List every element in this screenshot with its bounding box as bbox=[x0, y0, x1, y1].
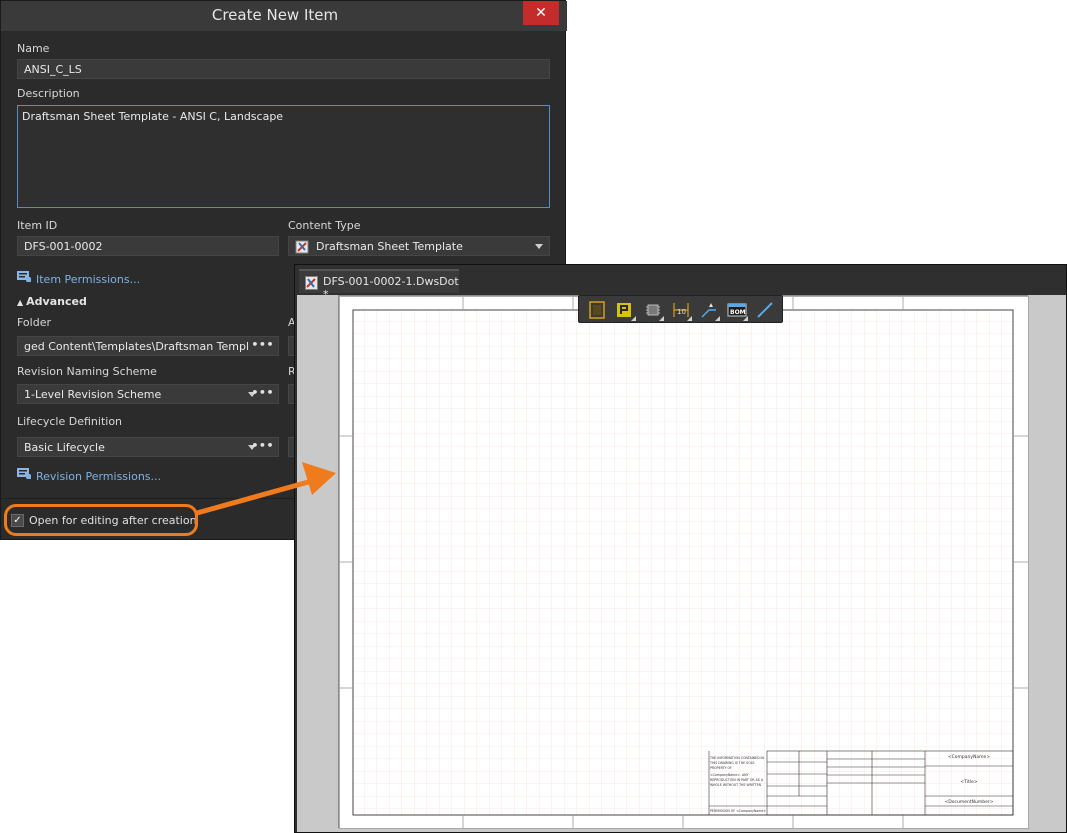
content-type-label: Content Type bbox=[288, 219, 361, 232]
place-dimension-icon[interactable]: 10 bbox=[671, 300, 692, 321]
folder-value: ged Content\Templates\Draftsman Template… bbox=[24, 340, 273, 353]
folder-browse-button[interactable]: ••• bbox=[249, 338, 274, 351]
sheet-drawing: <CompanyName> <Title> <DocumentNumber> T… bbox=[339, 296, 1029, 829]
draw-line-icon[interactable] bbox=[755, 300, 775, 320]
revision-permissions-link[interactable]: Revision Permissions... bbox=[36, 470, 161, 483]
lifecycle-more-button[interactable]: ••• bbox=[251, 439, 274, 452]
title-block-title: <Title> bbox=[960, 779, 977, 785]
folder-label: Folder bbox=[17, 316, 51, 329]
title-block-document-number: <DocumentNumber> bbox=[945, 799, 994, 805]
description-field[interactable]: Draftsman Sheet Template - ANSI C, Lands… bbox=[17, 105, 550, 208]
callout-highlight bbox=[4, 504, 198, 536]
title-block-notice-6: WHOLE WITHOUT THE WRITTEN bbox=[710, 783, 762, 787]
place-part-icon[interactable] bbox=[615, 300, 636, 321]
svg-text:10: 10 bbox=[677, 308, 686, 316]
draftsman-template-icon bbox=[295, 240, 309, 254]
revision-naming-label: Revision Naming Scheme bbox=[17, 365, 157, 378]
title-block-notice-5: REPRODUCTION IN PART OR AS A bbox=[710, 778, 764, 782]
advanced-label: Advanced bbox=[26, 295, 87, 308]
draftsman-editor-window: DFS-001-0002-1.DwsDot * bbox=[294, 264, 1067, 833]
chevron-down-icon bbox=[535, 244, 543, 249]
title-block-notice-2: THIS DRAWING IS THE SOLE bbox=[709, 761, 755, 765]
revision-naming-more-button[interactable]: ••• bbox=[251, 386, 274, 399]
title-block-notice-footer: PERMISSION OF <CompanyName> bbox=[710, 809, 766, 813]
document-tab[interactable]: DFS-001-0002-1.DwsDot * bbox=[299, 269, 459, 301]
lifecycle-select[interactable]: Basic Lifecycle ••• bbox=[17, 437, 279, 457]
title-block-company: <CompanyName> bbox=[948, 754, 990, 760]
item-permissions-icon bbox=[17, 271, 31, 282]
title-block-notice-1: THE INFORMATION CONTAINED IN bbox=[709, 756, 764, 760]
bom-icon[interactable]: BOM bbox=[727, 300, 748, 321]
active-bar-toolbar: 10 BOM bbox=[578, 295, 783, 323]
name-field[interactable]: ANSI_C_LS bbox=[17, 59, 550, 79]
draftsman-document-icon bbox=[305, 276, 318, 290]
item-permissions-link[interactable]: Item Permissions... bbox=[36, 273, 140, 286]
name-label: Name bbox=[17, 42, 50, 55]
title-block-notice-4: <CompanyName>. ANY bbox=[710, 773, 749, 777]
item-id-label: Item ID bbox=[17, 219, 58, 232]
lifecycle-value: Basic Lifecycle bbox=[24, 441, 105, 454]
bom-icon-text: BOM bbox=[730, 309, 746, 316]
description-label: Description bbox=[17, 87, 80, 100]
lifecycle-label: Lifecycle Definition bbox=[17, 415, 123, 428]
drawing-sheet: <CompanyName> <Title> <DocumentNumber> T… bbox=[338, 295, 1029, 829]
dialog-title: Create New Item bbox=[211, 6, 339, 24]
dialog-titlebar: Create New Item ✕ bbox=[1, 1, 567, 31]
content-type-select[interactable]: Draftsman Sheet Template bbox=[288, 236, 550, 256]
board-view-icon[interactable] bbox=[587, 300, 607, 320]
title-block-notice-3: PROPERTY OF bbox=[710, 766, 732, 770]
revision-naming-value: 1-Level Revision Scheme bbox=[24, 388, 162, 401]
collapse-triangle-icon: ▲ bbox=[17, 298, 24, 307]
revision-permissions-icon bbox=[17, 468, 31, 479]
close-button[interactable]: ✕ bbox=[523, 1, 559, 25]
place-line-icon[interactable] bbox=[699, 300, 720, 321]
revision-naming-select[interactable]: 1-Level Revision Scheme ••• bbox=[17, 384, 279, 404]
folder-field[interactable]: ged Content\Templates\Draftsman Template… bbox=[17, 336, 279, 356]
sheet-canvas[interactable]: <CompanyName> <Title> <DocumentNumber> T… bbox=[297, 295, 1066, 832]
place-chip-icon[interactable] bbox=[643, 300, 664, 321]
item-id-field[interactable]: DFS-001-0002 bbox=[17, 236, 279, 256]
advanced-section-toggle[interactable]: ▲ Advanced bbox=[17, 295, 87, 308]
content-type-value: Draftsman Sheet Template bbox=[316, 240, 463, 253]
